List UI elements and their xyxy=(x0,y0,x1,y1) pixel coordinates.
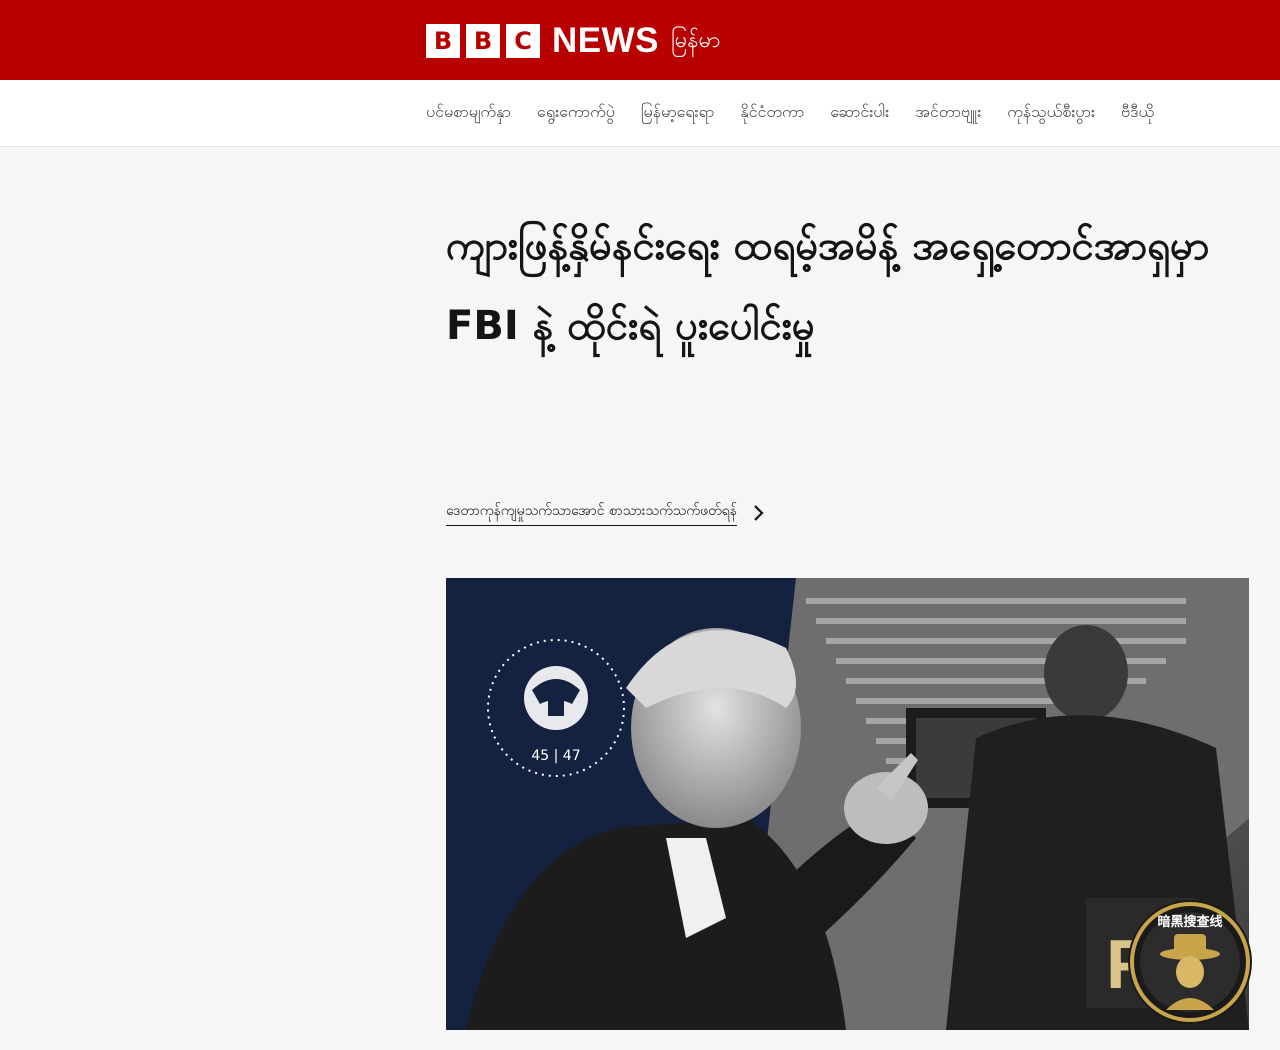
nav-list: ပင်မစာမျက်နှာ ရွေးကောက်ပွဲ မြန်မာ့ရေးရာ … xyxy=(426,80,1180,146)
chevron-right-icon xyxy=(754,505,764,521)
text-only-link[interactable]: ဒေတာကုန်ကျမှုသက်သာအောင် စာသားသက်သက်ဖတ်ရန… xyxy=(446,500,767,526)
service-name: မြန်မာ xyxy=(671,28,721,53)
news-wordmark: NEWS xyxy=(552,21,659,60)
nav-item-myanmar[interactable]: မြန်မာ့ရေးရာ xyxy=(641,101,715,125)
nav-item-home[interactable]: ပင်မစာမျက်နှာ xyxy=(426,101,511,125)
seal-numbers: 45 | 47 xyxy=(531,748,580,764)
text-only-link-label: ဒေတာကုန်ကျမှုသက်သာအောင် စာသားသက်သက်ဖတ်ရန… xyxy=(446,501,737,526)
article-headline: ကျားဖြန့်နှိမ်နင်းရေး ထရမ့်အမိန့် အရှေ့တ… xyxy=(446,223,1210,349)
nav-item-world[interactable]: နိုင်ငံတကာ xyxy=(740,101,804,125)
nav-item-election[interactable]: ရွေးကောက်ပွဲ xyxy=(537,101,615,125)
main-navigation: ပင်မစာမျက်နှာ ရွေးကောက်ပွဲ မြန်မာ့ရေးရာ … xyxy=(0,80,1280,147)
watermark-text: 暗黑搜查线 xyxy=(1157,914,1222,930)
watermark-badge: 暗黑搜查线 xyxy=(1128,900,1252,1024)
nav-item-features[interactable]: ဆောင်းပါး xyxy=(830,101,889,125)
bbc-news-logo[interactable]: B B C NEWS မြန်မာ xyxy=(426,22,720,60)
bbc-letter-b2: B xyxy=(466,24,500,58)
nav-item-business[interactable]: ကုန်သွယ်စီးပွား xyxy=(1007,101,1095,125)
nav-item-interview[interactable]: အင်တာဗျူး xyxy=(915,101,981,125)
nav-item-video[interactable]: ဗီဒီယို xyxy=(1121,101,1154,125)
bbc-letter-c: C xyxy=(506,24,540,58)
masthead: B B C NEWS မြန်မာ xyxy=(0,0,1280,80)
bbc-letter-b1: B xyxy=(426,24,460,58)
